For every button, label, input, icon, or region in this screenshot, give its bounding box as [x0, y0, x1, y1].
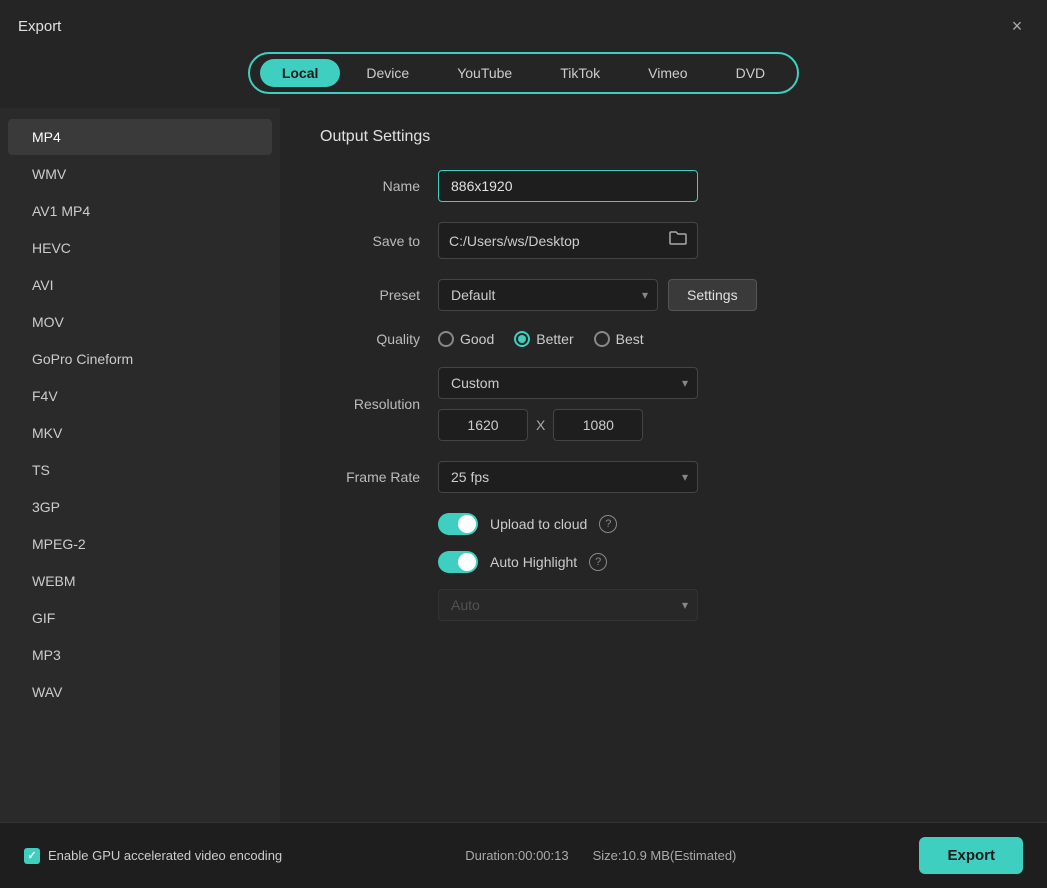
resolution-x-label: X — [536, 417, 545, 433]
sidebar-item-wmv[interactable]: WMV — [8, 156, 272, 192]
duration-value: 00:00:13 — [518, 848, 569, 863]
size-info: Size:10.9 MB(Estimated) — [593, 848, 737, 863]
dialog-title: Export — [18, 18, 61, 35]
name-label: Name — [320, 178, 420, 194]
tab-youtube[interactable]: YouTube — [435, 59, 534, 87]
quality-good[interactable]: Good — [438, 331, 494, 347]
resolution-dimensions: X — [438, 409, 698, 441]
auto-highlight-label: Auto Highlight — [490, 554, 577, 570]
name-row: Name — [320, 170, 1007, 202]
tab-vimeo[interactable]: Vimeo — [626, 59, 709, 87]
frame-rate-label: Frame Rate — [320, 469, 420, 485]
frame-rate-row: Frame Rate 25 fps ▾ — [320, 461, 1007, 493]
upload-cloud-help-icon[interactable]: ? — [599, 515, 617, 533]
duration-info: Duration:00:00:13 — [465, 848, 568, 863]
export-dialog: Export × Local Device YouTube TikTok Vim… — [0, 0, 1047, 888]
resolution-controls: Custom ▾ X — [438, 367, 698, 441]
settings-button[interactable]: Settings — [668, 279, 757, 311]
sidebar-item-wav[interactable]: WAV — [8, 674, 272, 710]
gpu-label: Enable GPU accelerated video encoding — [48, 848, 282, 863]
name-input[interactable] — [438, 170, 698, 202]
frame-rate-select-wrap: 25 fps ▾ — [438, 461, 698, 493]
save-to-label: Save to — [320, 233, 420, 249]
sidebar-item-avi[interactable]: AVI — [8, 267, 272, 303]
quality-best-label: Best — [616, 331, 644, 347]
quality-label: Quality — [320, 331, 420, 347]
resolution-width-input[interactable] — [438, 409, 528, 441]
gpu-check-row: Enable GPU accelerated video encoding — [24, 848, 282, 864]
auto-select-wrap: Auto ▾ — [438, 589, 698, 621]
size-label: Size: — [593, 848, 622, 863]
radio-better-circle — [514, 331, 530, 347]
save-to-row: Save to C:/Users/ws/Desktop — [320, 222, 1007, 259]
name-field-wrap — [438, 170, 698, 202]
export-button[interactable]: Export — [919, 837, 1023, 874]
sidebar-item-av1mp4[interactable]: AV1 MP4 — [8, 193, 272, 229]
gpu-checkbox[interactable] — [24, 848, 40, 864]
sidebar-item-mp3[interactable]: MP3 — [8, 637, 272, 673]
preset-label: Preset — [320, 287, 420, 303]
radio-good-circle — [438, 331, 454, 347]
preset-select-wrap: Default ▾ — [438, 279, 658, 311]
tab-device[interactable]: Device — [344, 59, 431, 87]
save-to-path: C:/Users/ws/Desktop — [449, 233, 661, 249]
auto-highlight-help-icon[interactable]: ? — [589, 553, 607, 571]
preset-controls: Default ▾ Settings — [438, 279, 757, 311]
sidebar: MP4 WMV AV1 MP4 HEVC AVI MOV GoPro Cinef… — [0, 108, 280, 822]
quality-row: Quality Good Better Best — [320, 331, 1007, 347]
sidebar-item-hevc[interactable]: HEVC — [8, 230, 272, 266]
preset-row: Preset Default ▾ Settings — [320, 279, 1007, 311]
preset-select[interactable]: Default — [438, 279, 658, 311]
folder-icon[interactable] — [669, 230, 687, 251]
tabs-container: Local Device YouTube TikTok Vimeo DVD — [248, 52, 799, 94]
frame-rate-select[interactable]: 25 fps — [438, 461, 698, 493]
tab-dvd[interactable]: DVD — [714, 59, 788, 87]
quality-best[interactable]: Best — [594, 331, 644, 347]
tab-tiktok[interactable]: TikTok — [538, 59, 622, 87]
tab-local[interactable]: Local — [260, 59, 341, 87]
sidebar-item-gif[interactable]: GIF — [8, 600, 272, 636]
auto-highlight-row: Auto Highlight ? — [438, 551, 1007, 573]
tabs-row: Local Device YouTube TikTok Vimeo DVD — [0, 48, 1047, 108]
save-to-path-wrap[interactable]: C:/Users/ws/Desktop — [438, 222, 698, 259]
output-settings-title: Output Settings — [320, 128, 1007, 146]
quality-good-label: Good — [460, 331, 494, 347]
sidebar-item-mkv[interactable]: MKV — [8, 415, 272, 451]
content-area: Output Settings Name Save to C:/Users/ws… — [280, 108, 1047, 822]
auto-highlight-toggle[interactable] — [438, 551, 478, 573]
sidebar-item-3gp[interactable]: 3GP — [8, 489, 272, 525]
sidebar-item-webm[interactable]: WEBM — [8, 563, 272, 599]
quality-options: Good Better Best — [438, 331, 644, 347]
resolution-label: Resolution — [320, 396, 420, 412]
sidebar-item-mov[interactable]: MOV — [8, 304, 272, 340]
title-bar: Export × — [0, 0, 1047, 48]
resolution-select-wrap: Custom ▾ — [438, 367, 698, 399]
footer: Enable GPU accelerated video encoding Du… — [0, 822, 1047, 888]
resolution-row: Resolution Custom ▾ X — [320, 367, 1007, 441]
sidebar-item-mpeg2[interactable]: MPEG-2 — [8, 526, 272, 562]
sidebar-item-f4v[interactable]: F4V — [8, 378, 272, 414]
sidebar-item-ts[interactable]: TS — [8, 452, 272, 488]
upload-cloud-toggle[interactable] — [438, 513, 478, 535]
sidebar-item-mp4[interactable]: MP4 — [8, 119, 272, 155]
resolution-select[interactable]: Custom — [438, 367, 698, 399]
toggles-area: Upload to cloud ? Auto Highlight ? Auto — [320, 513, 1007, 621]
resolution-height-input[interactable] — [553, 409, 643, 441]
main-content: MP4 WMV AV1 MP4 HEVC AVI MOV GoPro Cinef… — [0, 108, 1047, 822]
size-value: 10.9 MB(Estimated) — [622, 848, 737, 863]
auto-select: Auto — [438, 589, 698, 621]
upload-cloud-label: Upload to cloud — [490, 516, 587, 532]
quality-better-label: Better — [536, 331, 573, 347]
close-button[interactable]: × — [1005, 14, 1029, 38]
duration-label: Duration: — [465, 848, 518, 863]
quality-better[interactable]: Better — [514, 331, 573, 347]
auto-help-question-mark: ? — [595, 556, 601, 568]
radio-best-circle — [594, 331, 610, 347]
sidebar-item-gopro[interactable]: GoPro Cineform — [8, 341, 272, 377]
help-question-mark: ? — [605, 518, 611, 530]
upload-cloud-row: Upload to cloud ? — [438, 513, 1007, 535]
footer-info: Duration:00:00:13 Size:10.9 MB(Estimated… — [465, 848, 736, 863]
